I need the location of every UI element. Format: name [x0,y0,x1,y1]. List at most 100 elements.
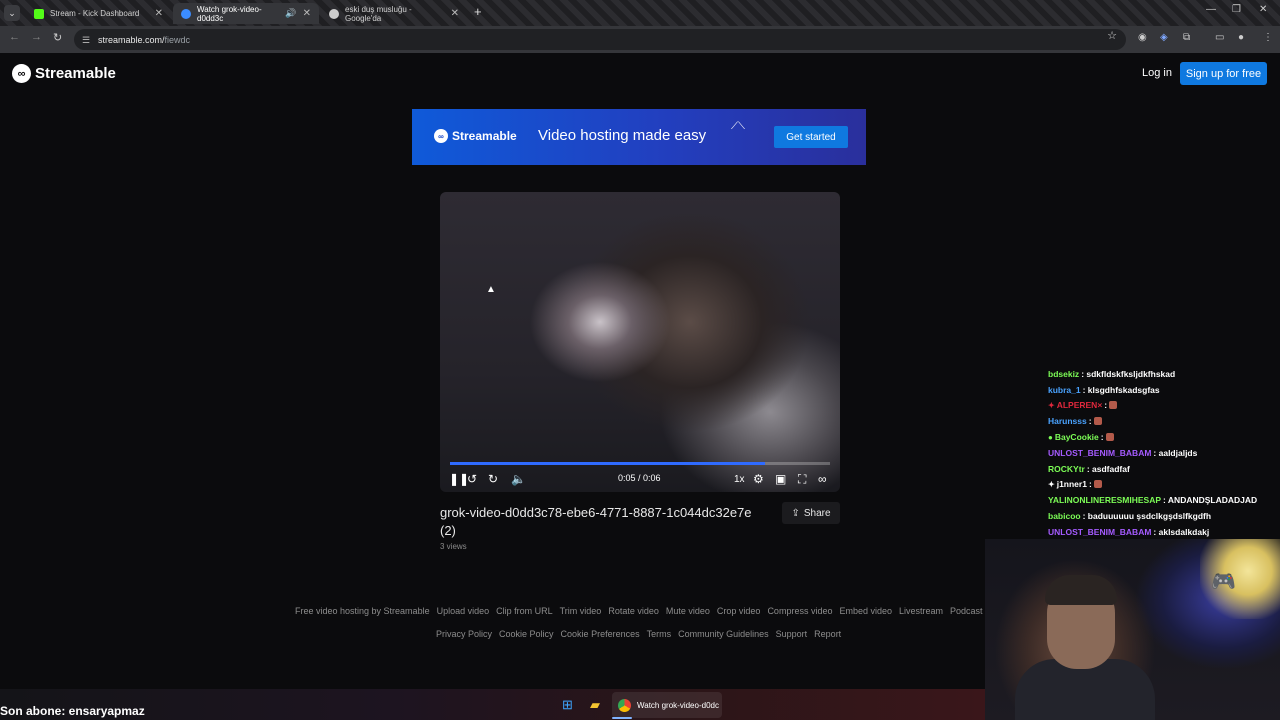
footer-link[interactable]: Community Guidelines [678,629,769,639]
tab-streamable[interactable]: Watch grok-video-d0dd3c 🔊 ✕ [173,3,319,24]
maximize-icon[interactable]: ❐ [1232,4,1241,15]
streamable-watermark-icon[interactable]: ∞ [818,472,827,486]
kick-favicon-icon [34,8,44,19]
footer-link[interactable]: Mute video [666,606,710,616]
tab-search-icon[interactable]: ⌄ [4,5,20,21]
footer-link[interactable]: Livestream [899,606,943,616]
tab-title: eski duş musluğu - Google'da [345,4,412,23]
share-button[interactable]: ⇪ Share [782,502,840,524]
footer-link[interactable]: Report [814,629,841,639]
get-started-button[interactable]: Get started [774,126,848,148]
extensions-puzzle-icon[interactable]: ⧉ [1183,32,1190,43]
chat-message: Harunsss : [1048,413,1280,429]
new-tab-icon[interactable]: + [474,4,482,19]
footer-link[interactable]: Crop video [717,606,761,616]
profile-avatar-icon[interactable]: ● [1238,32,1244,43]
menu-kebab-icon[interactable]: ⋮ [1263,32,1273,43]
extension-icon[interactable]: ◉ [1138,32,1147,43]
chat-badge-icon: ✦ [1048,479,1055,489]
footer-link[interactable]: Cookie Policy [499,629,554,639]
tab-kick-dashboard[interactable]: Stream - Kick Dashboard ✕ [26,3,171,24]
close-tab-icon[interactable]: ✕ [451,8,459,19]
back-icon[interactable]: ← [9,31,20,43]
footer-link[interactable]: Support [776,629,808,639]
footer-link[interactable]: Rotate video [608,606,659,616]
url-path: fiewdc [164,34,191,45]
footer-link[interactable]: Upload video [437,606,490,616]
footer-link[interactable]: Compress video [767,606,832,616]
picture-in-picture-icon[interactable]: ▣ [775,472,786,486]
extension-icon[interactable]: ◈ [1160,32,1168,43]
chat-emote-icon [1105,433,1114,442]
chat-text: : asdfadfaf [1086,463,1130,474]
last-subscriber-label: Son abone: ensaryapmaz [0,704,145,718]
playback-speed-button[interactable]: 1x [734,474,745,485]
browser-tab-bar: ⌄ Stream - Kick Dashboard ✕ Watch grok-v… [0,0,1280,26]
chat-text: : [1104,400,1108,411]
video-progress-fill [450,462,766,465]
footer-link[interactable]: Podcast [950,606,983,616]
gamepad-icon: 🎮 [1211,571,1236,593]
browser-toolbar: ← → ↻ ☰ streamable.com/ fiewdc ☆ ◉ ◈ ⧉ ▭… [0,26,1280,53]
streamable-favicon-icon [181,8,191,19]
speaker-icon[interactable]: 🔊 [285,8,296,19]
settings-gear-icon[interactable]: ⚙ [753,472,764,486]
chat-emote-icon [1109,401,1118,410]
video-progress-bar[interactable] [450,462,830,465]
sparkle-icon: ⟋⟍ [731,121,745,132]
footer-link[interactable]: Terms [647,629,672,639]
footer-link[interactable]: Clip from URL [496,606,553,616]
tab-title: Watch grok-video-d0dd3c [197,4,262,23]
rewind-icon[interactable]: ↺ [467,472,477,486]
close-tab-icon[interactable]: ✕ [303,8,311,19]
video-timecode: 0:05 / 0:06 [618,473,661,483]
streamer-hair [1045,575,1117,605]
chat-text: : klsgdhfskadsgfas [1082,384,1160,395]
webcam-feed: 🎮 [985,539,1280,720]
video-player[interactable]: ▲ ❚❚ ↺ ↻ 🔈 0:05 / 0:06 1x ⚙ ▣ ⛶ ∞ [440,192,840,492]
view-count: 3 views [440,542,467,551]
reload-icon[interactable]: ↻ [53,31,62,44]
taskbar-chrome-app[interactable]: Watch grok-video-d0dc [612,692,722,718]
volume-icon[interactable]: 🔈 [511,472,526,486]
tab-title: Stream - Kick Dashboard [50,9,140,18]
login-link[interactable]: Log in [1142,67,1172,79]
file-explorer-icon[interactable]: ▰ [590,697,600,713]
address-bar[interactable]: ☰ streamable.com/ fiewdc [74,29,1126,50]
windows-start-icon[interactable]: ⊞ [562,697,573,713]
footer-links-row-2: Privacy Policy Cookie Policy Cookie Pref… [436,629,841,639]
chat-message: bdsekiz : sdkfldskfksljdkfhskad [1048,366,1280,382]
chat-text: : [1100,432,1104,443]
site-info-icon[interactable]: ☰ [82,35,92,45]
active-app-indicator [612,717,632,719]
brand-name: Streamable [35,65,116,82]
streamable-logo[interactable]: ∞ Streamable [12,64,116,83]
footer-link[interactable]: Trim video [560,606,602,616]
close-tab-icon[interactable]: ✕ [155,8,163,19]
bookmark-star-icon[interactable]: ☆ [1107,29,1117,42]
ad-banner[interactable]: ∞ Streamable Video hosting made easy ⟋⟍ … [412,109,866,165]
chat-text: : aklsdalkdakj [1153,526,1210,537]
chat-username: j1nner1 [1056,479,1087,490]
windows-taskbar [0,689,985,720]
fullscreen-icon[interactable]: ⛶ [798,472,806,487]
chat-badge-icon: ✦ [1048,400,1055,410]
forward-skip-icon[interactable]: ↻ [488,472,498,486]
signup-button[interactable]: Sign up for free [1180,62,1267,85]
streamable-logo-icon: ∞ [12,64,31,83]
chat-text: : baduuuuuu şsdclkgşdslfkgdfh [1082,511,1212,522]
chat-text: : [1088,479,1092,490]
chat-message: ✦ j1nner1 : [1048,477,1280,493]
forward-icon[interactable]: → [31,31,42,43]
footer-link[interactable]: Privacy Policy [436,629,492,639]
sidebar-icon[interactable]: ▭ [1215,32,1224,43]
footer-link[interactable]: Cookie Preferences [561,629,640,639]
footer-link[interactable]: Embed video [839,606,892,616]
minimize-icon[interactable]: — [1206,4,1216,15]
close-window-icon[interactable]: ✕ [1259,4,1267,15]
footer-link[interactable]: Free video hosting by Streamable [295,606,430,616]
chat-emote-icon [1093,417,1102,426]
chat-message: UNLOST_BENIM_BABAM : aklsdalkdakj [1048,524,1280,540]
chat-username: UNLOST_BENIM_BABAM [1048,447,1152,458]
tab-google-search[interactable]: eski duş musluğu - Google'da ✕ [321,3,467,24]
